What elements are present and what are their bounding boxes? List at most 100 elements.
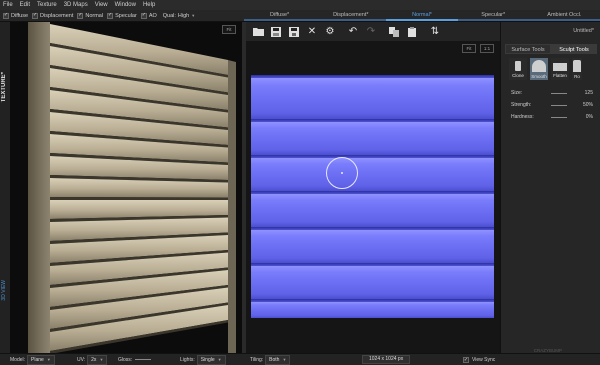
- normal-map-board: [251, 158, 494, 191]
- lights-select[interactable]: Single ▼: [196, 354, 226, 365]
- chevron-down-icon: ▼: [282, 356, 287, 362]
- tab-specular[interactable]: Specular*: [457, 10, 529, 21]
- map-toggle-bar: ✓ Diffuse ✓ Displacement ✓ Normal ✓ Specular…: [0, 10, 244, 22]
- copy-icon[interactable]: [387, 25, 401, 39]
- document-title: Untitled*: [573, 28, 594, 34]
- normal-checkbox[interactable]: ✓ Normal: [77, 12, 103, 19]
- normal-map-board: [251, 230, 494, 263]
- menu-window[interactable]: Window: [115, 2, 136, 8]
- normal-map-board: [251, 78, 494, 119]
- menu-edit[interactable]: Edit: [20, 2, 30, 8]
- view-sync-control[interactable]: ✓ View Sync: [463, 356, 495, 363]
- folder-open-icon[interactable]: [251, 25, 265, 39]
- flatten-icon: [553, 63, 567, 71]
- hardness-value[interactable]: 0%: [586, 114, 593, 120]
- swap-icon[interactable]: ⇅: [428, 25, 442, 39]
- menu-file[interactable]: File: [3, 2, 13, 8]
- fit-button[interactable]: Fit: [222, 25, 236, 34]
- menu-view[interactable]: View: [95, 2, 108, 8]
- smooth-dome-icon: [532, 60, 546, 72]
- save-icon[interactable]: [269, 25, 283, 39]
- check-icon: ✓: [77, 12, 84, 19]
- canvas-fit-button[interactable]: Fit: [462, 44, 476, 53]
- menu-texture[interactable]: Texture: [37, 2, 57, 8]
- map-tabs: Diffuse* Displacement* Normal* Specular*…: [244, 10, 600, 22]
- diffuse-checkbox[interactable]: ✓ Diffuse: [3, 12, 28, 19]
- normal-map-board: [251, 302, 494, 318]
- model-select[interactable]: Plane ▼: [27, 354, 55, 365]
- ao-checkbox[interactable]: ✓ AO: [140, 12, 157, 19]
- tab-sculpt-tools[interactable]: Sculpt Tools: [551, 44, 597, 54]
- tiling-select[interactable]: Both ▼: [265, 354, 291, 365]
- resolution-value: 1024 x 1024 px: [362, 355, 411, 364]
- flatten-tool-button[interactable]: Flatten: [551, 58, 569, 80]
- clone-stamp-icon: [515, 61, 521, 71]
- tab-ambient-occlusion[interactable]: Ambient Occl.: [528, 10, 600, 21]
- tools-panel: Untitled* Surface Tools Sculpt Tools Clo…: [500, 22, 600, 353]
- uv-control: UV: 2x ▼: [77, 354, 108, 365]
- tiling-control: Tiling: Both ▼: [250, 354, 291, 365]
- model-control: Model: Plane ▼: [10, 354, 55, 365]
- menu-3d-maps[interactable]: 3D Maps: [64, 2, 88, 8]
- check-icon: ✓: [107, 12, 114, 19]
- specular-checkbox[interactable]: ✓ Specular: [107, 12, 137, 19]
- quality-select[interactable]: High: [178, 13, 189, 19]
- normal-map-groove: [251, 263, 494, 266]
- tab-diffuse[interactable]: Diffuse*: [244, 10, 316, 21]
- hardness-slider[interactable]: [551, 116, 567, 118]
- tool-tabs: Surface Tools Sculpt Tools: [505, 44, 597, 54]
- tab-displacement[interactable]: Displacement*: [315, 10, 387, 21]
- canvas-1to1-button[interactable]: 1:1: [480, 44, 494, 53]
- chevron-down-icon: ▼: [46, 356, 51, 362]
- side-panel-strip: TEXTURE* 3D VIEW: [0, 22, 10, 353]
- strength-param: Strength: 50%: [511, 102, 593, 108]
- gloss-slider[interactable]: [135, 359, 152, 360]
- normal-map-groove: [251, 191, 494, 194]
- 3d-view-link[interactable]: 3D VIEW: [1, 280, 7, 301]
- lights-control: Lights: Single ▼: [180, 354, 226, 365]
- normal-map-groove: [251, 299, 494, 302]
- plank-shadow: [50, 197, 228, 200]
- gear-icon[interactable]: ⚙: [323, 25, 337, 39]
- check-icon: ✓: [3, 12, 9, 19]
- editor-toolbar: ✕ ⚙ ↶ ↷ ⇅: [246, 22, 500, 41]
- close-icon[interactable]: ✕: [305, 25, 319, 39]
- normal-map-groove: [251, 155, 494, 158]
- texture-canvas[interactable]: Fit 1:1: [246, 41, 500, 353]
- redo-icon[interactable]: ↷: [364, 25, 378, 39]
- gloss-control: Gloss:: [118, 357, 152, 363]
- texture-panel-toggle[interactable]: TEXTURE*: [1, 72, 7, 102]
- smooth-tool-button[interactable]: Smooth: [530, 58, 548, 80]
- strength-value[interactable]: 50%: [583, 102, 593, 108]
- normal-map-board: [251, 194, 494, 227]
- normal-map-groove: [251, 119, 494, 122]
- brush-center: [341, 172, 343, 174]
- size-value[interactable]: 125: [585, 90, 593, 96]
- strength-slider[interactable]: [551, 104, 567, 106]
- tab-normal[interactable]: Normal*: [386, 10, 458, 21]
- 3d-viewport[interactable]: Fit: [10, 22, 242, 353]
- normal-map-board: [251, 266, 494, 299]
- chevron-down-icon[interactable]: ▼: [191, 13, 195, 18]
- displacement-checkbox[interactable]: ✓ Displacement: [32, 12, 73, 19]
- normal-map-groove: [251, 75, 494, 78]
- menu-help[interactable]: Help: [143, 2, 155, 8]
- normal-map-image[interactable]: [251, 75, 494, 318]
- raise-tool-button[interactable]: Ro: [572, 58, 582, 80]
- uv-select[interactable]: 2x ▼: [87, 354, 108, 365]
- size-slider[interactable]: [551, 92, 567, 94]
- paste-icon[interactable]: [405, 25, 419, 39]
- undo-icon[interactable]: ↶: [346, 25, 360, 39]
- chevron-down-icon: ▼: [217, 356, 222, 362]
- tab-surface-tools[interactable]: Surface Tools: [505, 44, 551, 54]
- normal-map-groove: [251, 227, 494, 230]
- hardness-param: Hardness: 0%: [511, 114, 593, 120]
- quality-label: Qual:: [162, 12, 176, 19]
- sculpt-tool-row: Clone Smooth Flatten Ro: [509, 58, 585, 80]
- clone-tool-button[interactable]: Clone: [509, 58, 527, 80]
- save-as-icon[interactable]: [287, 25, 301, 39]
- check-icon[interactable]: ✓: [463, 356, 469, 363]
- raise-icon: [573, 60, 581, 72]
- siding-edge: [228, 60, 236, 353]
- menu-bar: File Edit Texture 3D Maps View Window He…: [0, 0, 600, 10]
